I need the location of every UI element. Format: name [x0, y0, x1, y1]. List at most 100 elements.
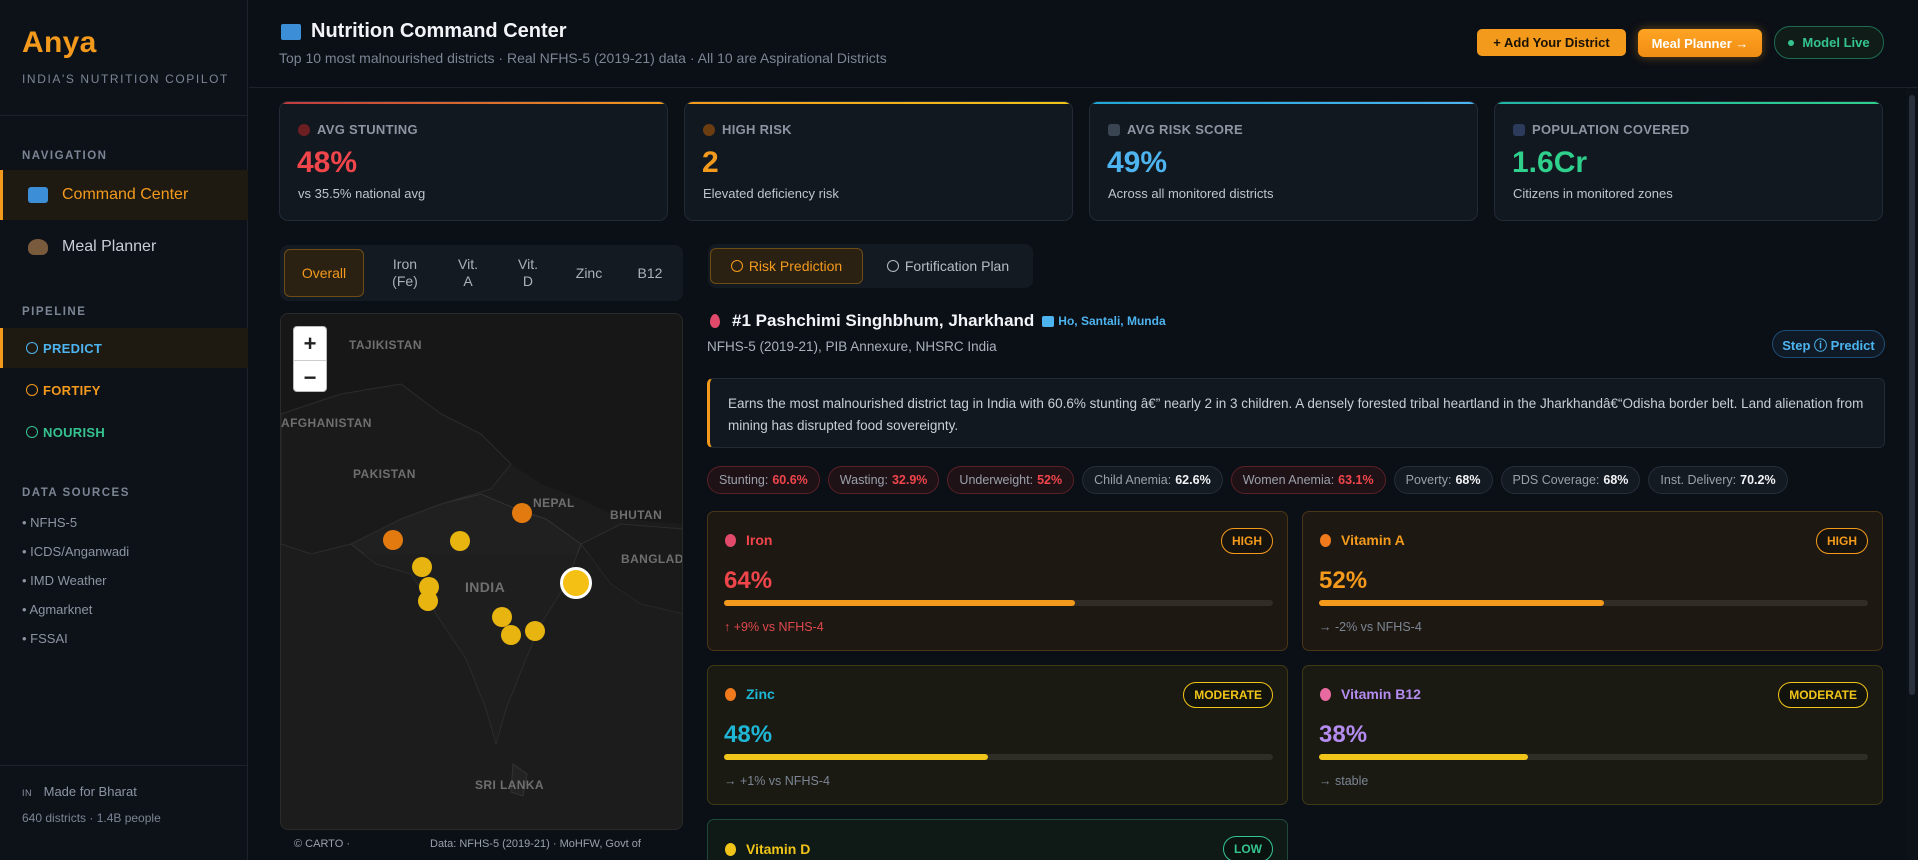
nutrient-tab-bar: Overall Iron (Fe) Vit. A Vit. D Zinc B12 — [280, 245, 683, 301]
card-accent — [1495, 102, 1882, 104]
stat-value: 1.6Cr — [1512, 146, 1588, 179]
nutrient-title: Zinc — [725, 686, 775, 702]
drop-icon — [725, 533, 736, 547]
tab-vitamin-d[interactable]: Vit. D — [498, 249, 558, 297]
carto-attribution[interactable]: © CARTO · — [294, 838, 350, 850]
footer-made-for: IN Made for Bharat — [22, 784, 137, 799]
zinc-icon — [725, 687, 736, 701]
meal-planner-button[interactable]: Meal Planner → — [1638, 29, 1762, 57]
model-live-badge[interactable]: Model Live — [1774, 26, 1884, 59]
chip-label: Underweight: — [959, 473, 1034, 487]
risk-bar-fill — [724, 600, 1076, 606]
nutrient-value: 48% — [724, 721, 773, 748]
district-marker[interactable] — [450, 531, 470, 551]
pipeline-item-predict[interactable]: PREDICT — [0, 328, 248, 368]
nutrient-title: Vitamin A — [1320, 532, 1405, 548]
tab-vitamin-a[interactable]: Vit. A — [438, 249, 498, 297]
map-label-nepal: NEPAL — [533, 496, 575, 510]
nutrient-value: 52% — [1319, 567, 1368, 594]
chip-stunting: Stunting: 60.6% — [707, 466, 820, 494]
tribes-label: Ho, Santali, Munda — [1042, 314, 1166, 328]
brand-logo[interactable]: Anya — [22, 26, 97, 60]
district-name: #1 Pashchimi Singhbhum, Jharkhand — [732, 311, 1035, 330]
chip-value: 52% — [1037, 473, 1063, 487]
pipeline-item-fortify[interactable]: FORTIFY — [0, 370, 248, 410]
district-marker[interactable] — [492, 607, 512, 627]
tab-risk-prediction[interactable]: Risk Prediction — [710, 248, 863, 284]
district-marker[interactable] — [525, 621, 545, 641]
stat-value: 49% — [1107, 146, 1168, 179]
chip-label: Inst. Delivery: — [1660, 473, 1737, 487]
tab-overall[interactable]: Overall — [284, 249, 364, 297]
district-marker[interactable] — [418, 591, 438, 611]
map-label-afghanistan: AFGHANISTAN — [281, 416, 372, 430]
nutrient-card-zinc[interactable]: Zinc MODERATE 48% → +1% vs NFHS-4 — [707, 665, 1288, 805]
status-dot-icon — [1788, 39, 1795, 46]
risk-bar — [724, 754, 1273, 760]
nutrient-trend: → stable — [1319, 774, 1369, 788]
tab-fortification-plan[interactable]: Fortification Plan — [868, 248, 1028, 284]
sidebar-item-command-center[interactable]: Command Center — [0, 170, 248, 220]
step-predict-badge[interactable]: Step ⓘ Predict — [1772, 330, 1885, 358]
district-map[interactable]: + − TAJIKISTAN AFGHANISTAN PAKISTAN NEPA… — [280, 313, 683, 830]
nutrient-card-vitamin-a[interactable]: Vitamin A HIGH 52% → -2% vs NFHS-4 — [1302, 511, 1883, 651]
tab-b12[interactable]: B12 — [620, 249, 680, 297]
pipeline-item-label: NOURISH — [43, 424, 106, 440]
sources-heading: DATA SOURCES — [22, 487, 130, 499]
stat-card-population: POPULATION COVERED 1.6Cr Citizens in mon… — [1494, 101, 1883, 221]
data-attribution: Data: NFHS-5 (2019-21) · MoHFW, Govt of — [430, 838, 641, 850]
district-description: Earns the most malnourished district tag… — [707, 378, 1885, 448]
map-label-india: INDIA — [465, 579, 506, 595]
district-title: #1 Pashchimi Singhbhum, Jharkhand Ho, Sa… — [710, 311, 1166, 331]
indicator-chips: Stunting: 60.6% Wasting: 32.9% Underweight… — [707, 466, 1796, 494]
chart-icon — [1108, 123, 1120, 136]
map-label-tajikistan: TAJIKISTAN — [349, 338, 422, 352]
page-title-text: Nutrition Command Center — [311, 20, 567, 42]
nutrient-name: Vitamin D — [746, 841, 811, 857]
district-marker[interactable] — [383, 530, 403, 550]
footer-line1: Made for Bharat — [43, 784, 137, 799]
chip-poverty: Poverty: 68% — [1393, 466, 1493, 494]
district-marker[interactable] — [412, 557, 432, 577]
chip-child-anemia: Child Anemia: 62.6% — [1082, 466, 1223, 494]
selected-district-marker[interactable] — [560, 567, 592, 599]
pipeline-item-nourish[interactable]: NOURISH — [0, 412, 248, 452]
stat-card-high-risk: HIGH RISK 2 Elevated deficiency risk — [684, 101, 1073, 221]
nutrient-card-vitamin-b12[interactable]: Vitamin B12 MODERATE 38% → stable — [1302, 665, 1883, 805]
nutrient-card-vitamin-d[interactable]: Vitamin D LOW — [707, 819, 1288, 860]
map-label-bhutan: BHUTAN — [610, 508, 663, 522]
risk-badge: HIGH — [1816, 528, 1868, 554]
nutrient-name: Iron — [746, 532, 773, 548]
zoom-in-button[interactable]: + — [294, 327, 326, 360]
chip-value: 62.6% — [1175, 473, 1211, 487]
pill-icon — [1320, 687, 1331, 701]
chip-label: PDS Coverage: — [1512, 473, 1600, 487]
scrollbar-thumb[interactable] — [1909, 95, 1915, 695]
sidebar-item-meal-planner[interactable]: Meal Planner — [0, 222, 248, 272]
risk-bar — [1319, 754, 1868, 760]
sidebar-item-label: Meal Planner — [62, 238, 157, 255]
analysis-tab-bar: Risk Prediction Fortification Plan — [708, 244, 1033, 288]
fortify-icon — [886, 260, 899, 272]
tab-label: Fortification Plan — [904, 258, 1010, 274]
stat-note: Citizens in monitored zones — [1513, 186, 1673, 201]
nutrient-name: Vitamin A — [1341, 532, 1405, 548]
risk-bar — [1319, 600, 1868, 606]
zoom-out-button[interactable]: − — [294, 361, 326, 394]
risk-badge: MODERATE — [1183, 682, 1273, 708]
model-live-label: Model Live — [1802, 35, 1870, 50]
stunting-icon — [298, 123, 310, 136]
district-marker[interactable] — [512, 503, 532, 523]
district-marker[interactable] — [501, 625, 521, 645]
stat-value: 2 — [702, 146, 719, 179]
stat-label: AVG STUNTING — [298, 122, 418, 137]
card-accent — [280, 102, 667, 104]
map-label-bangladesh: BANGLADESH — [621, 552, 683, 566]
add-district-button[interactable]: + Add Your District — [1477, 29, 1626, 56]
stat-label: AVG RISK SCORE — [1108, 122, 1243, 137]
tab-iron[interactable]: Iron (Fe) — [372, 249, 438, 297]
tab-zinc[interactable]: Zinc — [558, 249, 620, 297]
nutrient-value: 64% — [724, 567, 773, 594]
nutrient-card-iron[interactable]: Iron HIGH 64% ↑ +9% vs NFHS-4 — [707, 511, 1288, 651]
chip-label: Child Anemia: — [1094, 473, 1172, 487]
